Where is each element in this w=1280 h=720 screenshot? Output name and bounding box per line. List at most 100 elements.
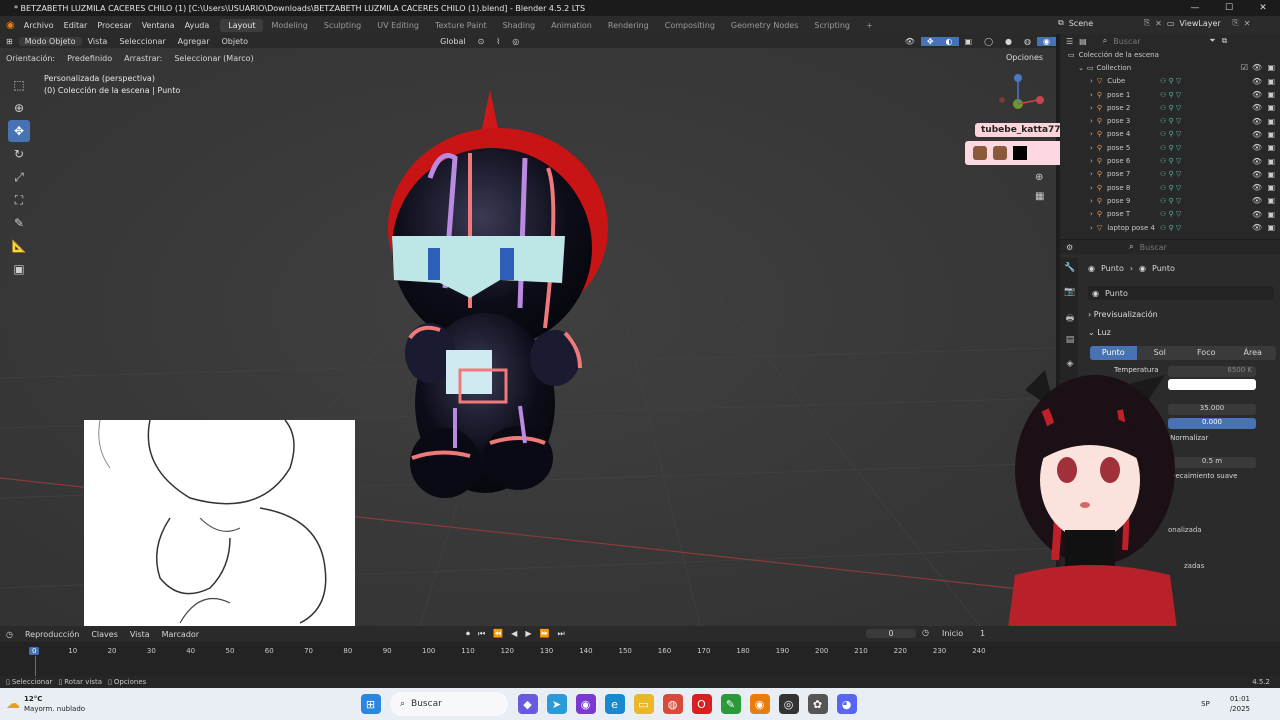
- data-name-field[interactable]: Punto: [1105, 289, 1128, 298]
- camera-icon[interactable]: ▣: [1267, 117, 1275, 126]
- maximize-button[interactable]: ☐: [1212, 0, 1246, 16]
- delete-scene-icon[interactable]: ✕: [1155, 19, 1162, 28]
- shading-solid-icon[interactable]: ●: [999, 37, 1018, 46]
- outliner-root[interactable]: ▭ Colección de la escena: [1060, 48, 1280, 61]
- section-light[interactable]: ⌄ Luz: [1088, 328, 1111, 337]
- light-type-punto[interactable]: Punto: [1090, 346, 1137, 360]
- scale-tool-icon[interactable]: ⤢: [8, 166, 30, 188]
- telegram-icon[interactable]: ➤: [546, 694, 567, 714]
- obs-icon[interactable]: ◉: [575, 694, 596, 714]
- navigation-gizmo[interactable]: [996, 74, 1052, 118]
- expand-arrow-icon[interactable]: ›: [1090, 130, 1093, 138]
- light-type-sol[interactable]: Sol: [1136, 346, 1183, 360]
- camera-icon[interactable]: ▣: [1267, 143, 1275, 152]
- render-tab-icon[interactable]: 📷: [1063, 287, 1077, 301]
- eye-icon[interactable]: 👁: [1252, 157, 1262, 166]
- menu-archivo[interactable]: Archivo: [19, 21, 59, 30]
- menu-objeto[interactable]: Objeto: [216, 37, 255, 46]
- outliner-item[interactable]: › ⚲ pose 8 ⚇ ⚲ ▽ 👁 ▣: [1060, 181, 1280, 194]
- viewlayer-selector[interactable]: ViewLayer: [1179, 19, 1227, 28]
- view-layer-tab-icon[interactable]: ▤: [1063, 335, 1077, 349]
- expand-arrow-icon[interactable]: ›: [1090, 91, 1093, 99]
- tab-rendering[interactable]: Rendering: [600, 19, 657, 32]
- taskbar-search[interactable]: ⌕ Buscar: [390, 692, 508, 716]
- checkbox-icon[interactable]: ☑: [1241, 63, 1248, 72]
- eye-icon[interactable]: 👁: [1252, 143, 1262, 152]
- clock-date[interactable]: /2025: [1230, 704, 1250, 714]
- rotate-tool-icon[interactable]: ↻: [8, 143, 30, 165]
- outliner-item[interactable]: › ▽ laptop pose 4 ⚇ ⚲ ▽ 👁 ▣: [1060, 221, 1280, 234]
- outliner-item[interactable]: › ⚲ pose 2 ⚇ ⚲ ▽ 👁 ▣: [1060, 101, 1280, 114]
- camera-icon[interactable]: ▣: [1267, 77, 1275, 86]
- current-frame-field[interactable]: 0: [866, 629, 916, 638]
- eye-icon[interactable]: 👁: [1252, 183, 1262, 192]
- menu-ventana[interactable]: Ventana: [137, 21, 180, 30]
- light-type-foco[interactable]: Foco: [1183, 346, 1230, 360]
- tab-modeling[interactable]: Modeling: [263, 19, 315, 32]
- expand-arrow-icon[interactable]: ›: [1090, 104, 1093, 112]
- outliner-item[interactable]: › ⚲ pose 5 ⚇ ⚲ ▽ 👁 ▣: [1060, 141, 1280, 154]
- outliner-item[interactable]: › ⚲ pose 6 ⚇ ⚲ ▽ 👁 ▣: [1060, 154, 1280, 167]
- menu-vista-timeline[interactable]: Vista: [124, 630, 156, 639]
- tab-shading[interactable]: Shading: [495, 19, 544, 32]
- outliner-item[interactable]: › ⚲ pose 1 ⚇ ⚲ ▽ 👁 ▣: [1060, 88, 1280, 101]
- expand-arrow-icon[interactable]: ›: [1090, 184, 1093, 192]
- camera-view-icon[interactable]: ▦: [1035, 191, 1044, 202]
- menu-agregar[interactable]: Agregar: [172, 37, 216, 46]
- 3d-viewport[interactable]: Personalizada (perspectiva) (0) Colecció…: [0, 48, 1056, 626]
- select-tool-icon[interactable]: ⬚: [8, 74, 30, 96]
- chrome-icon[interactable]: ◍: [662, 694, 683, 714]
- blender-logo-icon[interactable]: ◉: [0, 20, 19, 31]
- tab-animation[interactable]: Animation: [543, 19, 600, 32]
- outliner-editor-icon[interactable]: ☰: [1066, 37, 1073, 46]
- orientation-dropdown[interactable]: Predefinido: [61, 54, 118, 63]
- next-keyframe-icon[interactable]: ⏩: [539, 629, 549, 639]
- close-button[interactable]: ✕: [1246, 0, 1280, 16]
- light-type-area[interactable]: Área: [1229, 346, 1276, 360]
- tab-sculpting[interactable]: Sculpting: [316, 19, 369, 32]
- viewlayer-icon[interactable]: ▭: [1167, 19, 1175, 28]
- jump-start-icon[interactable]: ⏮: [478, 629, 485, 639]
- menu-vista[interactable]: Vista: [82, 37, 114, 46]
- app-icon[interactable]: ✿: [807, 694, 828, 714]
- prev-keyframe-icon[interactable]: ⏪: [493, 629, 503, 639]
- outliner-item[interactable]: › ▽ Cube ⚇ ⚲ ▽ 👁 ▣: [1060, 75, 1280, 88]
- language-indicator[interactable]: SP: [1201, 700, 1210, 708]
- menu-procesar[interactable]: Procesar: [92, 21, 136, 30]
- outliner-item[interactable]: › ⚲ pose 9 ⚇ ⚲ ▽ 👁 ▣: [1060, 194, 1280, 207]
- vtuber-app-icon[interactable]: ◎: [778, 694, 799, 714]
- eye-icon[interactable]: 👁: [1252, 196, 1262, 205]
- expand-arrow-icon[interactable]: ›: [1090, 157, 1093, 165]
- visibility-icon[interactable]: 👁: [899, 37, 921, 46]
- snap-icon[interactable]: ⌇: [490, 37, 506, 46]
- new-viewlayer-icon[interactable]: ⎘: [1232, 18, 1238, 28]
- tab-compositing[interactable]: Compositing: [657, 19, 723, 32]
- play-reverse-icon[interactable]: ◀: [511, 629, 517, 639]
- expand-arrow-icon[interactable]: ›: [1090, 210, 1093, 218]
- camera-icon[interactable]: ▣: [1267, 90, 1275, 99]
- expand-arrow-icon[interactable]: ›: [1090, 144, 1093, 152]
- camera-icon[interactable]: ▣: [1267, 157, 1275, 166]
- clock-time[interactable]: 01:01: [1230, 694, 1250, 704]
- eye-icon[interactable]: 👁: [1252, 90, 1262, 99]
- expand-arrow-icon[interactable]: ›: [1090, 197, 1093, 205]
- opera-icon[interactable]: O: [691, 694, 712, 714]
- outliner-collection[interactable]: ⌄ ▭ Collection ☑ 👁 ▣: [1060, 61, 1280, 74]
- filter-icon[interactable]: ⏷: [1209, 36, 1215, 46]
- expand-arrow-icon[interactable]: ›: [1090, 224, 1093, 232]
- properties-search-input[interactable]: Buscar: [1140, 243, 1167, 252]
- expand-arrow-icon[interactable]: ›: [1090, 77, 1093, 85]
- timeline-area[interactable]: 0 10 20 30 40 50 60 70 80 90 100 110 120 130 140 150 160…: [0, 642, 1280, 676]
- clock-icon[interactable]: ◷: [922, 628, 929, 637]
- shading-rendered-icon[interactable]: ◉: [1037, 36, 1056, 46]
- eye-icon[interactable]: 👁: [1252, 210, 1262, 219]
- add-workspace-button[interactable]: +: [858, 19, 881, 32]
- output-tab-icon[interactable]: 🖶: [1063, 311, 1077, 325]
- shading-material-icon[interactable]: ◍: [1018, 37, 1037, 46]
- eye-icon[interactable]: 👁: [1252, 223, 1262, 232]
- tab-layout[interactable]: Layout: [220, 18, 264, 32]
- edge-icon[interactable]: e: [604, 694, 625, 714]
- record-icon[interactable]: ⏺: [466, 629, 470, 639]
- spreadsheet-icon[interactable]: ✎: [720, 694, 741, 714]
- tab-texture-paint[interactable]: Texture Paint: [427, 19, 495, 32]
